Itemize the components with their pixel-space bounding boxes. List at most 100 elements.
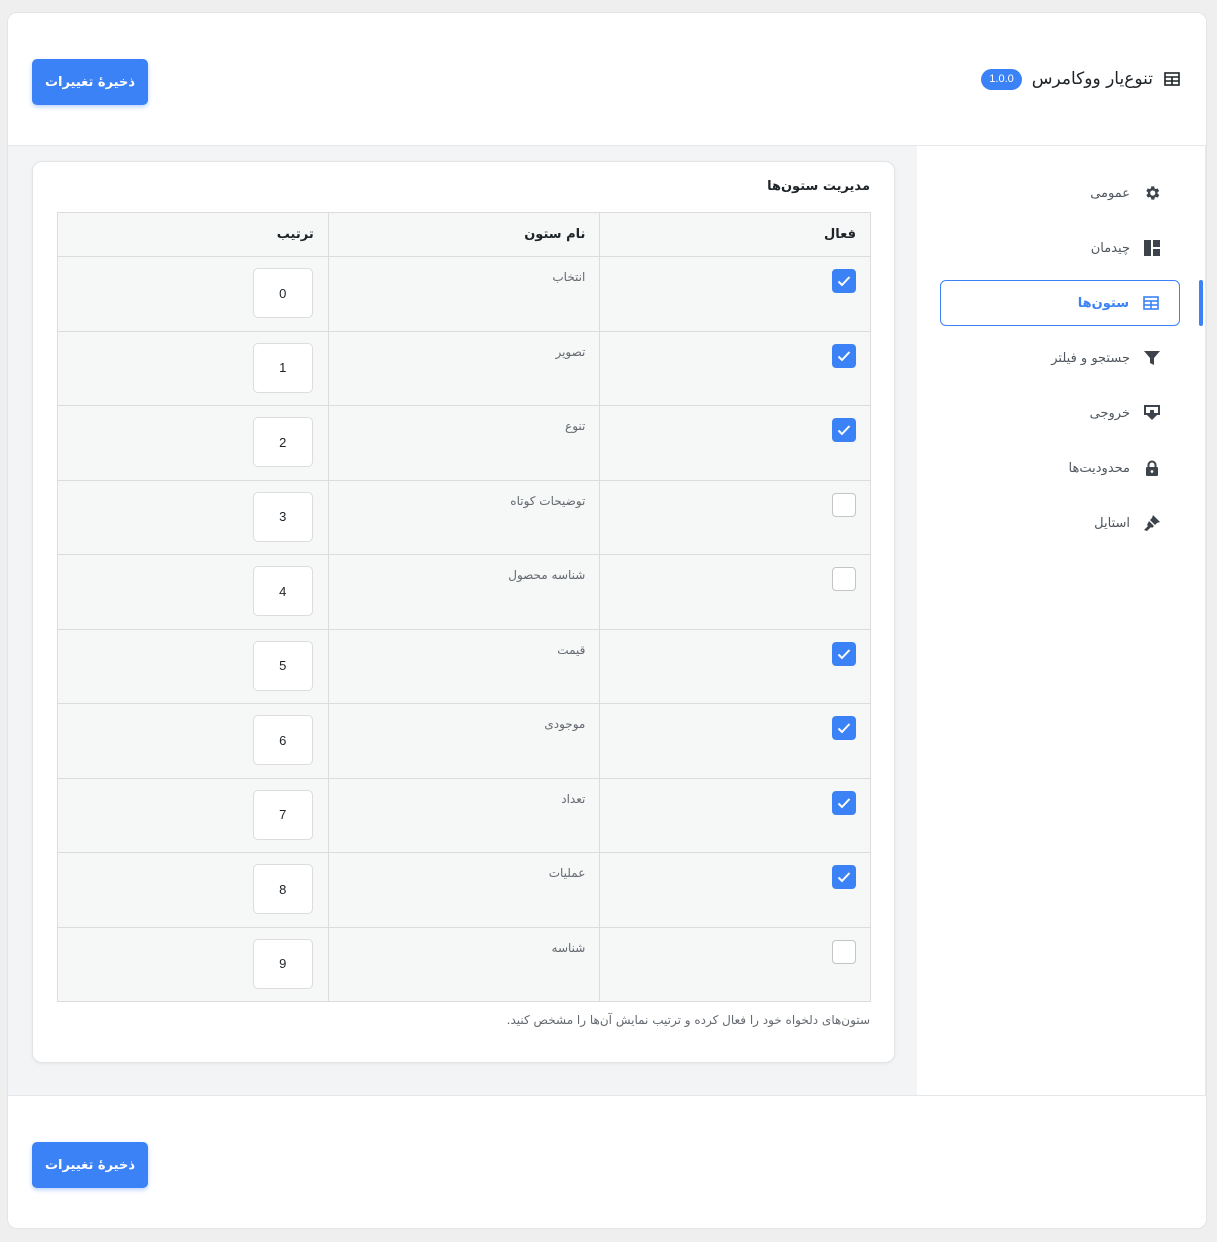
settings-app: تنوع‌یار ووکامرس 1.0.0 ذخیرهٔ تغییرات عم…: [7, 12, 1207, 1229]
order-cell: [57, 330, 329, 406]
header-order: ترتیب: [57, 212, 329, 257]
checkmark-icon: [837, 648, 851, 660]
order-input[interactable]: [252, 342, 313, 393]
filter-icon: [1142, 348, 1162, 368]
order-input[interactable]: [252, 715, 313, 765]
order-cell: [57, 256, 329, 332]
table-row: عملیات: [57, 852, 871, 928]
table-row: توضیحات کوتاه: [57, 479, 871, 555]
sidebar-item-label: استایل: [1094, 515, 1130, 531]
column-name: انتخاب: [327, 256, 601, 332]
brush-icon: [1142, 513, 1162, 533]
active-cell: [599, 777, 871, 853]
active-cell: [599, 852, 871, 928]
table-row: قیمت: [57, 628, 871, 704]
table-header-row: فعال نام ستون ترتیب: [57, 212, 871, 257]
checkmark-icon: [837, 871, 851, 883]
save-button-top[interactable]: ذخیرهٔ تغییرات: [32, 59, 148, 105]
checkmark-icon: [837, 797, 851, 809]
sidebar-item-restrictions[interactable]: محدودیت‌ها: [940, 445, 1180, 491]
active-checkbox[interactable]: [832, 716, 856, 740]
order-input[interactable]: [252, 938, 313, 989]
table-row: شناسه: [57, 926, 871, 1002]
active-checkbox[interactable]: [832, 865, 856, 889]
active-checkbox[interactable]: [832, 939, 856, 964]
order-input[interactable]: [252, 491, 313, 542]
active-checkbox[interactable]: [832, 269, 856, 293]
checkmark-icon: [837, 722, 851, 734]
table-row: تنوع: [57, 405, 871, 481]
active-checkbox[interactable]: [832, 790, 856, 815]
active-checkbox[interactable]: [832, 492, 856, 517]
active-cell: [599, 330, 871, 406]
sidebar-item-label: ستون‌ها: [1077, 295, 1129, 311]
columns-card: مدیریت ستون‌ها فعال نام ستون ترتیب انتخا…: [32, 161, 895, 1063]
active-cell: [599, 926, 871, 1002]
checkmark-icon: [837, 350, 851, 362]
table-icon: [1163, 70, 1181, 88]
sidebar-item-label: محدودیت‌ها: [1068, 460, 1130, 476]
help-text: ستون‌های دلخواه خود را فعال کرده و ترتیب…: [506, 1013, 870, 1027]
main-area: عمومی چیدمان ستون‌ها جستجو و فیلتر: [8, 146, 1206, 1096]
sidebar-item-general[interactable]: عمومی: [940, 170, 1180, 216]
layout-icon: [1142, 238, 1162, 258]
table-row: موجودی: [57, 703, 871, 779]
column-name: موجودی: [327, 703, 601, 779]
column-name: توضیحات کوتاه: [327, 479, 601, 555]
order-cell: [57, 479, 329, 555]
active-checkbox[interactable]: [832, 567, 856, 591]
app-title: تنوع‌یار ووکامرس: [1031, 69, 1153, 89]
checkmark-icon: [837, 275, 851, 287]
active-checkbox[interactable]: [832, 641, 856, 666]
sidebar-item-search-filter[interactable]: جستجو و فیلتر: [940, 335, 1180, 381]
order-input[interactable]: [252, 789, 313, 840]
sidebar-item-export[interactable]: خروجی: [940, 390, 1180, 436]
order-cell: [57, 628, 329, 704]
order-input[interactable]: [252, 268, 313, 318]
order-cell: [57, 777, 329, 853]
sidebar-item-layout[interactable]: چیدمان: [940, 225, 1180, 271]
lock-icon: [1142, 458, 1162, 478]
order-cell: [57, 554, 329, 630]
checkmark-icon: [837, 424, 851, 436]
table-row: شناسه محصول: [57, 554, 871, 630]
active-cell: [599, 554, 871, 630]
column-name: تنوع: [327, 405, 601, 481]
order-input[interactable]: [252, 640, 313, 691]
column-name: تعداد: [327, 777, 601, 853]
column-name: قیمت: [327, 628, 601, 704]
download-icon: [1142, 403, 1162, 423]
sidebar-item-label: خروجی: [1089, 405, 1130, 421]
sidebar-item-label: عمومی: [1090, 185, 1130, 201]
order-input[interactable]: [252, 864, 313, 914]
sidebar-item-columns[interactable]: ستون‌ها: [940, 280, 1180, 326]
table-row: انتخاب: [57, 256, 871, 332]
sidebar: عمومی چیدمان ستون‌ها جستجو و فیلتر: [917, 146, 1206, 1095]
active-checkbox[interactable]: [832, 343, 856, 368]
column-name: شناسه: [327, 926, 601, 1002]
columns-table: فعال نام ستون ترتیب انتخابتصویرتنوعتوضیح…: [57, 212, 871, 1002]
order-cell: [57, 703, 329, 779]
save-button-bottom[interactable]: ذخیرهٔ تغییرات: [32, 1142, 148, 1188]
column-name: عملیات: [327, 852, 601, 928]
active-cell: [599, 405, 871, 481]
column-name: شناسه محصول: [327, 554, 601, 630]
sidebar-item-style[interactable]: استایل: [940, 500, 1180, 546]
active-indicator: [1199, 280, 1203, 326]
active-cell: [599, 479, 871, 555]
active-cell: [599, 256, 871, 332]
header-name: نام ستون: [327, 212, 601, 257]
sidebar-item-label: چیدمان: [1090, 240, 1130, 256]
gear-icon: [1142, 183, 1162, 203]
active-cell: [599, 628, 871, 704]
brand: تنوع‌یار ووکامرس 1.0.0: [981, 66, 1181, 92]
active-cell: [599, 703, 871, 779]
active-checkbox[interactable]: [832, 418, 856, 442]
column-name: تصویر: [327, 330, 601, 406]
header-active: فعال: [599, 212, 871, 257]
order-input[interactable]: [252, 417, 313, 467]
table-row: تعداد: [57, 777, 871, 853]
card-title: مدیریت ستون‌ها: [767, 179, 870, 194]
order-input[interactable]: [252, 566, 313, 616]
order-cell: [57, 405, 329, 481]
